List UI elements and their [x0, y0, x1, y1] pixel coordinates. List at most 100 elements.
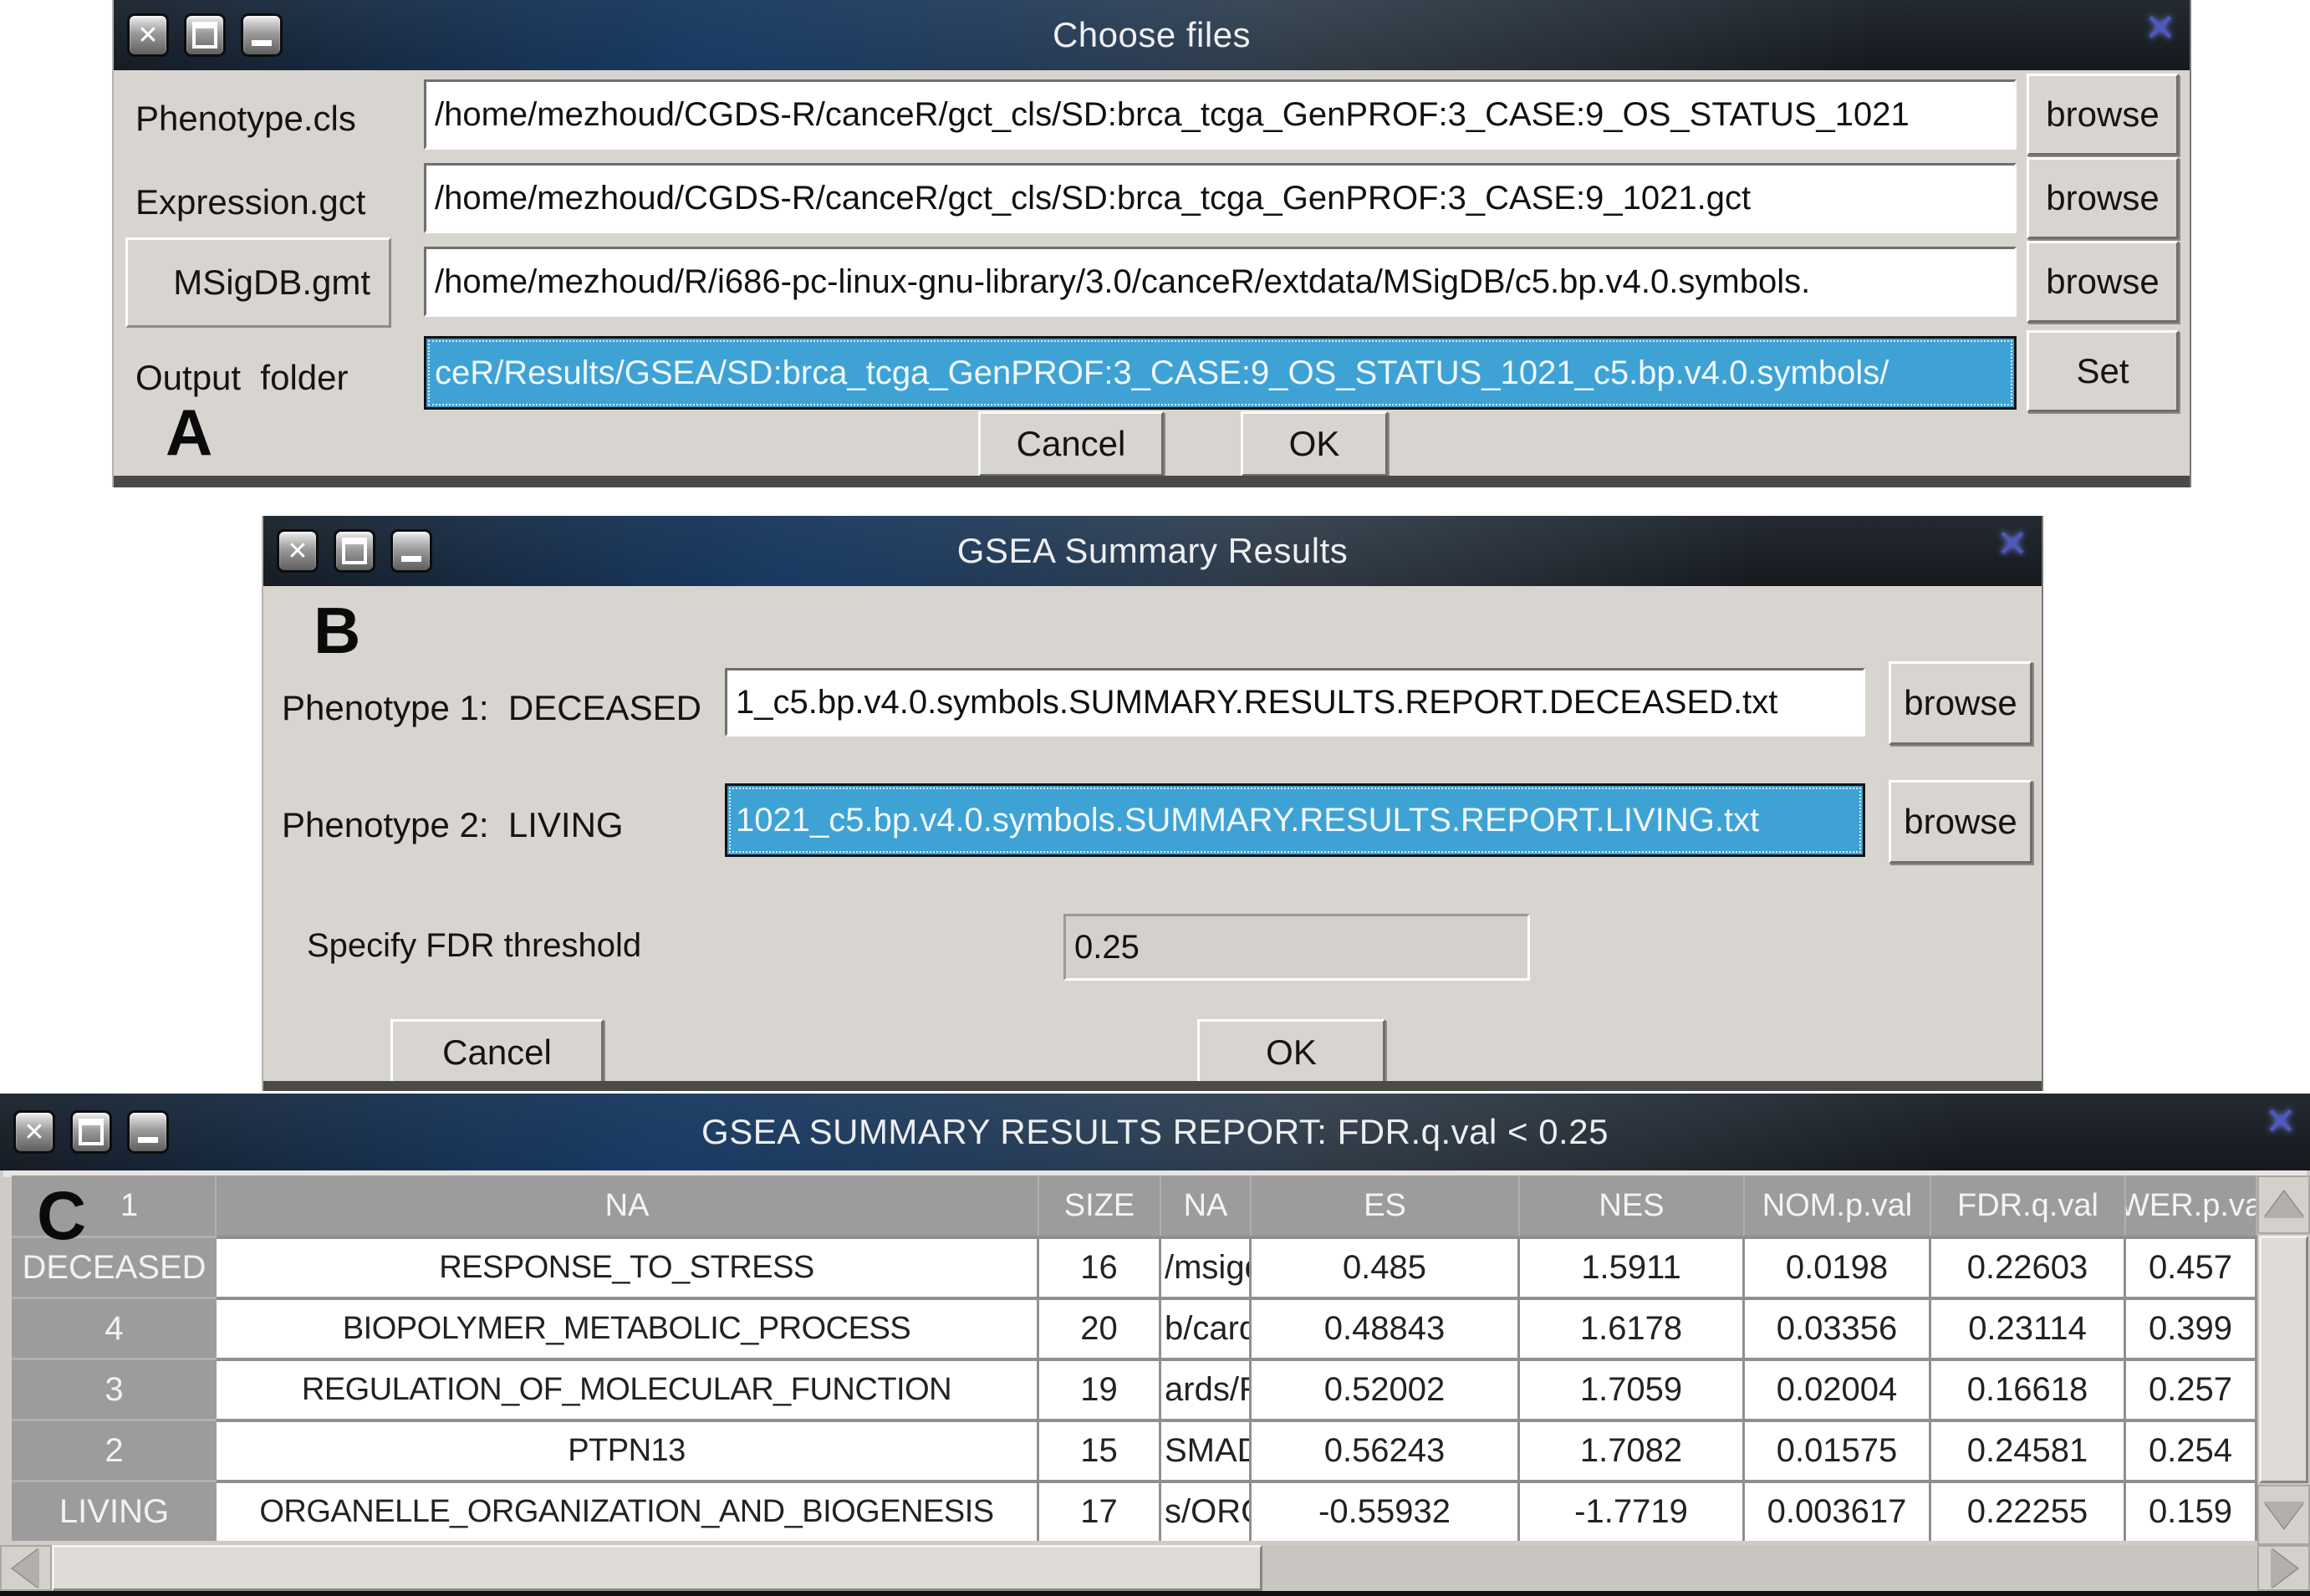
msigdb-gmt-input[interactable]	[424, 247, 2017, 317]
cancel-button[interactable]: Cancel	[390, 1019, 604, 1086]
browse-phenotype-2-button[interactable]: browse	[1889, 780, 2032, 864]
cell-nom-p-val: 0.02004	[1745, 1358, 1931, 1419]
cell-fwer-p-val: 0.257	[2126, 1358, 2257, 1419]
cell-es: 0.56243	[1252, 1419, 1520, 1480]
window-gsea-summary: ✕ GSEA Summary Results ✕ B Phenotype 1: …	[262, 516, 2043, 1091]
scroll-right-icon[interactable]	[2257, 1545, 2310, 1591]
browse-msigdb-button[interactable]: browse	[2027, 241, 2179, 323]
cell-name: PTPN13	[217, 1419, 1039, 1480]
close-icon[interactable]: ✕	[277, 529, 319, 573]
cell-name: RESPONSE_TO_STRESS	[217, 1236, 1039, 1297]
cell-nom-p-val: 0.0198	[1745, 1236, 1931, 1297]
expression-gct-input[interactable]	[424, 163, 2017, 233]
phenotype-1-input[interactable]	[725, 668, 1865, 737]
phenotype-cls-label: Phenotype.cls	[135, 99, 356, 139]
column-header-nom-p-val[interactable]: NOM.p.val	[1745, 1175, 1931, 1236]
figure-label-c: C	[37, 1177, 86, 1256]
column-header-es[interactable]: ES	[1252, 1175, 1520, 1236]
cell-nom-p-val: 0.01575	[1745, 1419, 1931, 1480]
column-header-fwer-p-val[interactable]: WER.p.va	[2126, 1175, 2257, 1236]
close-icon[interactable]: ✕	[127, 13, 169, 57]
column-header-fdr-q-val[interactable]: FDR.q.val	[1931, 1175, 2126, 1236]
column-header-na-path[interactable]: NA	[1161, 1175, 1252, 1236]
cell-na: ards/RE	[1161, 1358, 1252, 1419]
horizontal-scrollbar[interactable]	[0, 1545, 2310, 1591]
window-a-body: Phenotype.cls browse Expression.gct brow…	[114, 70, 2190, 476]
minimize-icon[interactable]	[390, 529, 432, 573]
ok-button[interactable]: OK	[1241, 411, 1388, 477]
maximize-icon[interactable]	[70, 1110, 112, 1154]
maximize-glyph	[342, 538, 367, 564]
maximize-icon[interactable]	[184, 13, 226, 57]
ok-button[interactable]: OK	[1197, 1019, 1385, 1086]
window-c-title: GSEA SUMMARY RESULTS REPORT: FDR.q.val <…	[0, 1112, 2310, 1152]
cell-fdr-q-val: 0.22255	[1931, 1480, 2126, 1541]
output-folder-label: Output folder	[135, 358, 348, 398]
maximize-glyph	[79, 1119, 104, 1145]
window-c-titlebar[interactable]: ✕ GSEA SUMMARY RESULTS REPORT: FDR.q.val…	[0, 1094, 2310, 1170]
scroll-down-icon[interactable]	[2257, 1485, 2310, 1545]
window-b-controls: ✕	[263, 529, 432, 573]
phenotype-2-label: Phenotype 2: LIVING	[282, 805, 624, 845]
fdr-threshold-input[interactable]	[1063, 914, 1530, 981]
cell-size: 16	[1039, 1236, 1161, 1297]
vertical-scroll-thumb[interactable]	[2259, 1236, 2308, 1483]
app-icon: ✕	[2264, 1099, 2297, 1144]
window-choose-files: ✕ Choose files ✕ Phenotype.cls browse Ex…	[112, 0, 2191, 487]
minimize-glyph	[401, 556, 421, 562]
column-header-size[interactable]: SIZE	[1039, 1175, 1161, 1236]
window-c-bottom-edge	[0, 1591, 2310, 1596]
cancel-button[interactable]: Cancel	[978, 411, 1164, 477]
cell-size: 19	[1039, 1358, 1161, 1419]
phenotype-cls-input[interactable]	[424, 79, 2017, 150]
cell-nes: 1.7059	[1520, 1358, 1745, 1419]
cell-name: BIOPOLYMER_METABOLIC_PROCESS	[217, 1297, 1039, 1358]
window-b-title: GSEA Summary Results	[263, 531, 2042, 571]
cell-nes: 1.5911	[1520, 1236, 1745, 1297]
cell-nom-p-val: 0.003617	[1745, 1480, 1931, 1541]
fdr-threshold-label: Specify FDR threshold	[307, 927, 641, 965]
minimize-icon[interactable]	[127, 1110, 169, 1154]
window-b-titlebar[interactable]: ✕ GSEA Summary Results ✕	[263, 516, 2042, 586]
scroll-up-icon[interactable]	[2257, 1175, 2310, 1234]
cell-na: /msigdb	[1161, 1236, 1252, 1297]
cell-size: 17	[1039, 1480, 1161, 1541]
window-a-controls: ✕	[114, 13, 283, 57]
scroll-left-icon[interactable]	[0, 1545, 52, 1591]
cell-size: 20	[1039, 1297, 1161, 1358]
window-a-titlebar[interactable]: ✕ Choose files ✕	[114, 0, 2190, 70]
minimize-icon[interactable]	[241, 13, 283, 57]
browse-expression-button[interactable]: browse	[2027, 157, 2179, 239]
cell-es: 0.48843	[1252, 1297, 1520, 1358]
column-header-na-name[interactable]: NA	[217, 1175, 1039, 1236]
expression-gct-label: Expression.gct	[135, 182, 365, 222]
horizontal-scroll-thumb[interactable]	[52, 1545, 1262, 1591]
phenotype-1-label: Phenotype 1: DECEASED	[282, 688, 701, 728]
column-header-nes[interactable]: NES	[1520, 1175, 1745, 1236]
cell-fdr-q-val: 0.22603	[1931, 1236, 2126, 1297]
window-b-body: B Phenotype 1: DECEASED browse Phenotype…	[263, 586, 2042, 1081]
set-output-button[interactable]: Set	[2027, 330, 2179, 412]
close-icon[interactable]: ✕	[13, 1110, 55, 1154]
cell-es: 0.485	[1252, 1236, 1520, 1297]
browse-phenotype-button[interactable]: browse	[2027, 74, 2179, 156]
cell-na: b/cards.	[1161, 1297, 1252, 1358]
phenotype-2-input[interactable]	[725, 783, 1865, 857]
browse-phenotype-1-button[interactable]: browse	[1889, 661, 2032, 745]
maximize-icon[interactable]	[334, 529, 375, 573]
vertical-scrollbar[interactable]	[2257, 1175, 2310, 1545]
window-c-controls: ✕	[0, 1110, 169, 1154]
output-folder-input[interactable]	[424, 336, 2017, 410]
window-gsea-report: ✕ GSEA SUMMARY RESULTS REPORT: FDR.q.val…	[0, 1094, 2310, 1596]
cell-fwer-p-val: 0.159	[2126, 1480, 2257, 1541]
maximize-glyph	[192, 22, 217, 48]
cell-nes: 1.7082	[1520, 1419, 1745, 1480]
app-icon: ✕	[2144, 5, 2176, 50]
row-label: 3	[12, 1358, 217, 1419]
figure-label-b: B	[314, 593, 360, 669]
cell-nes: -1.7719	[1520, 1480, 1745, 1541]
app-icon: ✕	[1996, 521, 2028, 566]
cell-fwer-p-val: 0.457	[2126, 1236, 2257, 1297]
minimize-glyph	[252, 40, 272, 46]
cell-fwer-p-val: 0.399	[2126, 1297, 2257, 1358]
